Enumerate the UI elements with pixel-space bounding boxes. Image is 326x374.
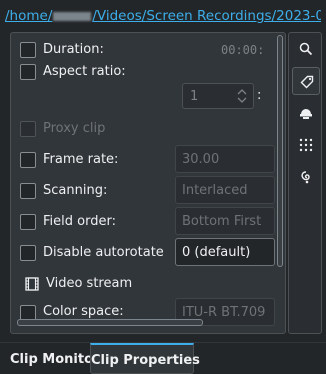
horizontal-scrollbar[interactable] — [17, 319, 275, 327]
video-stream-label: Video stream — [46, 276, 133, 291]
scanning-label: Scanning: — [43, 183, 108, 198]
frame-rate-checkbox[interactable] — [20, 152, 36, 168]
video-stream-row: Video stream — [11, 269, 275, 299]
properties-panel: Duration: 00:00: Aspect ratio: 1 : Proxy… — [10, 32, 286, 334]
spin-arrows-icon[interactable] — [234, 86, 250, 106]
proxy-clip-label: Proxy clip — [43, 121, 106, 136]
color-space-label: Color space: — [43, 304, 124, 319]
tab-clip-monitor[interactable]: Clip Monitor — [10, 346, 99, 374]
vertical-scroll-handle[interactable] — [277, 35, 283, 267]
scanning-checkbox[interactable] — [20, 183, 36, 199]
file-path-prefix: /home/ — [5, 8, 53, 24]
duration-label: Duration: — [43, 42, 104, 57]
horizontal-scroll-handle[interactable] — [17, 319, 203, 326]
duration-checkbox[interactable] — [20, 42, 36, 58]
bottom-tab-bar: Clip Monitor Clip Properties — [0, 342, 326, 374]
file-path-link[interactable]: /home/ /Videos/Screen Recordings/2023-04 — [5, 8, 321, 24]
tab-clip-properties[interactable]: Clip Properties — [90, 343, 200, 374]
autorotate-combo[interactable]: 0 (default) — [175, 238, 275, 266]
analysis-button[interactable] — [292, 163, 320, 191]
duration-value: 00:00: — [221, 43, 265, 57]
aspect-ratio-checkbox[interactable] — [20, 64, 36, 80]
disable-autorotate-label: Disable autorotate — [43, 245, 164, 260]
markers-button[interactable] — [292, 131, 320, 159]
file-path-suffix: /Videos/Screen Recordings/2023-04 — [92, 8, 321, 24]
disable-autorotate-checkbox[interactable] — [20, 245, 36, 261]
aspect-ratio-spinbox[interactable]: 1 — [182, 83, 254, 109]
aspect-ratio-separator: : — [257, 88, 262, 103]
film-icon — [25, 277, 39, 291]
field-order-label: Field order: — [43, 214, 116, 229]
aspect-ratio-value: 1 — [190, 89, 199, 104]
frame-rate-label: Frame rate: — [43, 152, 119, 167]
frame-rate-field[interactable]: 30.00 — [175, 145, 275, 173]
scanning-combo[interactable]: Interlaced — [175, 176, 275, 204]
redacted-username — [53, 11, 92, 21]
audio-button[interactable] — [292, 99, 320, 127]
search-button[interactable] — [292, 35, 320, 63]
proxy-clip-row: Proxy clip — [11, 114, 275, 144]
field-order-checkbox[interactable] — [20, 214, 36, 230]
field-order-combo[interactable]: Bottom First — [175, 207, 275, 235]
proxy-clip-checkbox[interactable] — [20, 121, 36, 137]
vertical-scrollbar[interactable] — [277, 35, 285, 333]
properties-sidebar — [288, 32, 322, 334]
properties-tag-button[interactable] — [292, 67, 320, 95]
aspect-ratio-label: Aspect ratio: — [43, 64, 126, 79]
